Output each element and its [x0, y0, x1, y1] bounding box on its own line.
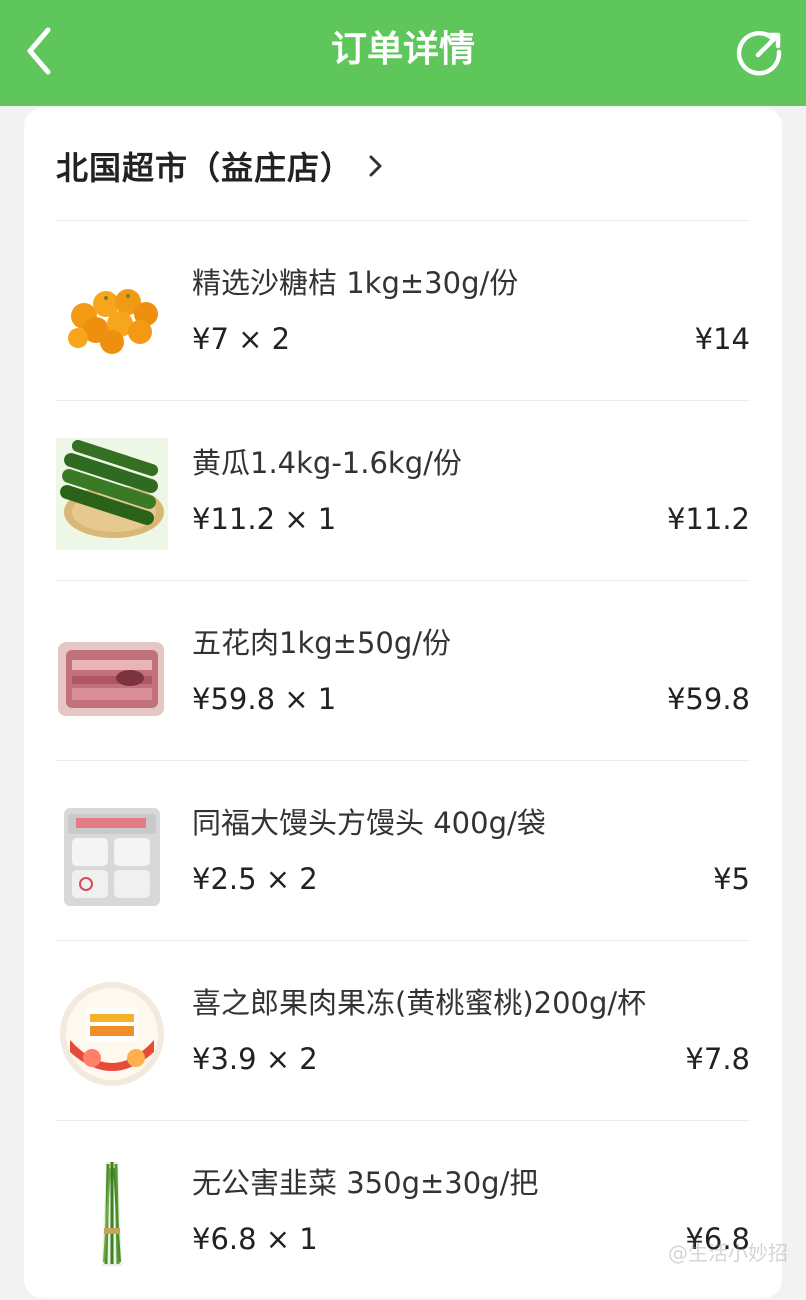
item-unit-price-qty: ¥59.8 × 1 [192, 682, 336, 716]
divider [56, 760, 750, 761]
order-item[interactable]: 黄瓜1.4kg-1.6kg/份 ¥11.2 × 1 ¥11.2 [56, 400, 750, 580]
watermark: @生活小妙招 [668, 1237, 788, 1266]
divider [56, 220, 750, 221]
divider [56, 580, 750, 581]
item-name: 精选沙糖桔 1kg±30g/份 [192, 260, 518, 302]
item-unit-price-qty: ¥7 × 2 [192, 322, 290, 356]
item-total: ¥59.8 [667, 682, 750, 716]
product-image-steamed-buns-bag [56, 798, 168, 910]
app-header: 订单详情 [0, 0, 806, 106]
divider [56, 1120, 750, 1121]
order-item[interactable]: 无公害韭菜 350g±30g/把 ¥6.8 × 1 ¥6.8 [56, 1120, 750, 1300]
order-item[interactable]: 同福大馒头方馒头 400g/袋 ¥2.5 × 2 ¥5 [56, 760, 750, 940]
item-unit-price-qty: ¥2.5 × 2 [192, 862, 318, 896]
product-image-pork-belly [56, 618, 168, 730]
item-total: ¥5 [713, 862, 750, 896]
share-icon[interactable] [734, 26, 786, 78]
order-item[interactable]: 喜之郎果肉果冻(黄桃蜜桃)200g/杯 ¥3.9 × 2 ¥7.8 [56, 940, 750, 1120]
item-unit-price-qty: ¥6.8 × 1 [192, 1222, 318, 1256]
product-image-mandarin-oranges [56, 258, 168, 370]
product-image-chives-bundle [56, 1158, 168, 1270]
item-name: 无公害韭菜 350g±30g/把 [192, 1160, 538, 1202]
item-name: 喜之郎果肉果冻(黄桃蜜桃)200g/杯 [192, 980, 646, 1022]
order-card: 北国超市（益庄店） 精选沙糖桔 1kg±30g/份 ¥7 × 2 ¥14 [24, 108, 782, 1298]
item-unit-price-qty: ¥11.2 × 1 [192, 502, 336, 536]
store-name: 北国超市（益庄店） [56, 143, 353, 189]
item-unit-price-qty: ¥3.9 × 2 [192, 1042, 318, 1076]
item-name: 同福大馒头方馒头 400g/袋 [192, 800, 546, 842]
item-name: 黄瓜1.4kg-1.6kg/份 [192, 440, 462, 482]
order-item[interactable]: 精选沙糖桔 1kg±30g/份 ¥7 × 2 ¥14 [56, 220, 750, 400]
product-image-cucumbers [56, 438, 168, 550]
product-image-jelly-cup [56, 978, 168, 1090]
item-total: ¥14 [695, 322, 750, 356]
chevron-right-icon [367, 153, 385, 179]
chevron-left-icon[interactable] [14, 22, 64, 80]
page-title: 订单详情 [0, 0, 806, 100]
order-item[interactable]: 五花肉1kg±50g/份 ¥59.8 × 1 ¥59.8 [56, 580, 750, 760]
divider [56, 940, 750, 941]
item-total: ¥7.8 [685, 1042, 750, 1076]
divider [56, 400, 750, 401]
store-link[interactable]: 北国超市（益庄店） [56, 138, 385, 194]
item-total: ¥11.2 [667, 502, 750, 536]
item-name: 五花肉1kg±50g/份 [192, 620, 451, 662]
